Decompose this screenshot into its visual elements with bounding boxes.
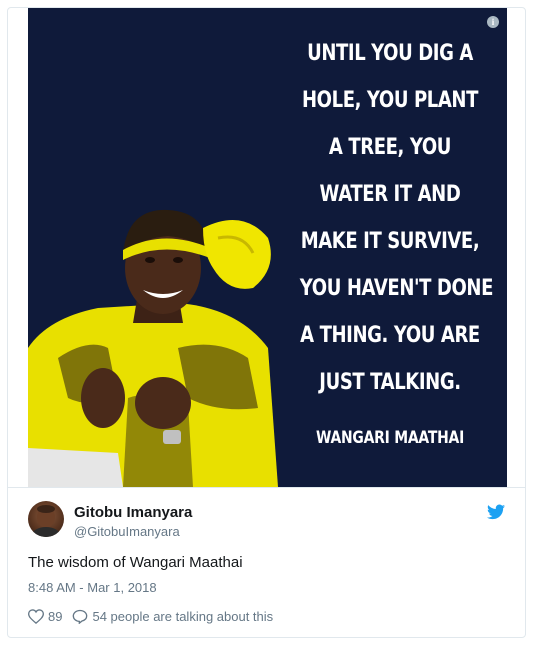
quote-line: WATER IT AND bbox=[319, 182, 461, 207]
quote-author: WANGARI MAATHAI bbox=[315, 428, 465, 448]
quote-line: A TREE, YOU bbox=[328, 135, 452, 160]
embedded-tweet-card[interactable]: i UNTIL YOU DIG A HOLE, YOU PLANT A TREE… bbox=[7, 7, 526, 638]
divider bbox=[8, 487, 525, 488]
heart-icon bbox=[28, 608, 44, 624]
quote-line: A THING. YOU ARE bbox=[300, 323, 480, 348]
author-handle[interactable]: @GitobuImanyara bbox=[74, 524, 180, 539]
quote-line: HOLE, YOU PLANT bbox=[301, 88, 478, 113]
like-button[interactable]: 89 bbox=[28, 609, 62, 624]
avatar-face-icon bbox=[32, 505, 60, 537]
like-count: 89 bbox=[48, 608, 63, 624]
tweet-text: The wisdom of Wangari Maathai bbox=[28, 554, 243, 571]
avatar[interactable] bbox=[28, 501, 64, 537]
quote-text: UNTIL YOU DIG A HOLE, YOU PLANT A TREE, … bbox=[299, 30, 494, 406]
quote-line: YOU HAVEN'T DONE bbox=[299, 276, 494, 301]
portrait-illustration bbox=[28, 209, 278, 487]
reply-conversation-link[interactable]: 54 people are talking about this bbox=[72, 609, 273, 624]
conversation-label: 54 people are talking about this bbox=[92, 608, 274, 624]
twitter-bird-icon[interactable] bbox=[487, 504, 505, 520]
tweet-timestamp[interactable]: 8:48 AM - Mar 1, 2018 bbox=[28, 580, 157, 595]
info-icon[interactable]: i bbox=[487, 16, 499, 28]
author-display-name[interactable]: Gitobu Imanyara bbox=[74, 504, 192, 521]
quote-line: JUST TALKING. bbox=[319, 370, 461, 395]
quote-line: UNTIL YOU DIG A bbox=[307, 41, 473, 66]
tweet-media-image[interactable]: i UNTIL YOU DIG A HOLE, YOU PLANT A TREE… bbox=[28, 8, 507, 487]
quote-line: MAKE IT SURVIVE, bbox=[300, 229, 480, 254]
speech-bubble-icon bbox=[73, 609, 88, 624]
tweet-actions: 89 54 people are talking about this bbox=[28, 606, 283, 626]
